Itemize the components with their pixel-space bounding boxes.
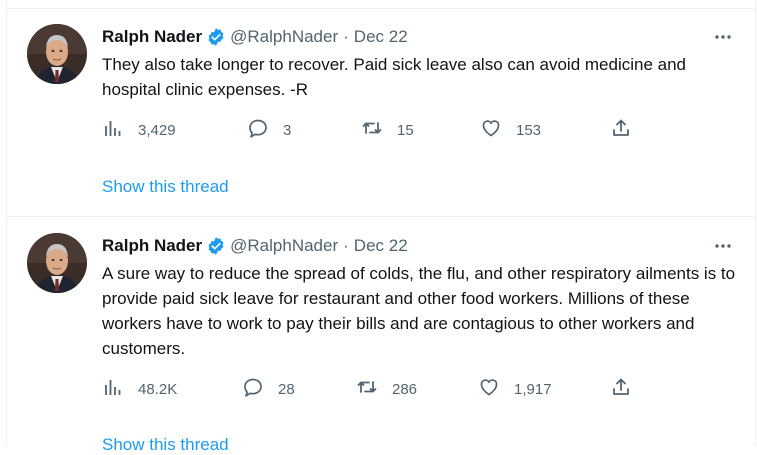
reply-button[interactable]: 3 (247, 118, 291, 142)
share-icon (610, 376, 632, 402)
retweet-icon (361, 117, 383, 143)
more-icon[interactable] (712, 26, 734, 48)
top-divider (6, 8, 755, 9)
tweet-date[interactable]: Dec 22 (354, 236, 408, 256)
more-icon[interactable] (712, 235, 734, 257)
tweet-date[interactable]: Dec 22 (354, 27, 408, 47)
reply-icon (247, 117, 269, 143)
share-button[interactable] (610, 377, 632, 401)
avatar[interactable] (27, 24, 87, 84)
like-button[interactable]: 1,917 (478, 377, 552, 401)
author-name[interactable]: Ralph Nader (102, 27, 202, 47)
retweet-count: 15 (397, 121, 414, 139)
verified-badge-icon (206, 27, 226, 47)
tweet-text: They also take longer to recover. Paid s… (102, 55, 686, 99)
show-thread-link[interactable]: Show this thread (102, 177, 229, 197)
tweet-header: Ralph Nader @RalphNader · Dec 22 (102, 235, 408, 257)
reply-count: 3 (283, 121, 292, 139)
retweet-button[interactable]: 286 (356, 377, 417, 401)
tweet-divider (6, 216, 755, 217)
like-icon (480, 117, 502, 143)
author-handle[interactable]: @RalphNader (230, 27, 338, 47)
like-icon (478, 376, 500, 402)
reply-button[interactable]: 28 (242, 377, 295, 401)
views-count: 48.2K (138, 380, 178, 398)
like-button[interactable]: 153 (480, 118, 541, 142)
like-count: 1,917 (514, 380, 552, 398)
verified-badge-icon (206, 236, 226, 256)
retweet-icon (356, 376, 378, 402)
views-count: 3,429 (138, 121, 176, 139)
views-button[interactable]: 3,429 (102, 118, 176, 142)
avatar[interactable] (27, 233, 87, 293)
author-name[interactable]: Ralph Nader (102, 236, 202, 256)
views-icon (102, 376, 124, 402)
share-icon (610, 117, 632, 143)
author-handle[interactable]: @RalphNader (230, 236, 338, 256)
share-button[interactable] (610, 118, 632, 142)
tweet-text: A sure way to reduce the spread of colds… (102, 264, 736, 358)
separator-dot: · (343, 27, 349, 46)
reply-count: 28 (278, 380, 295, 398)
reply-icon (242, 376, 264, 402)
views-icon (102, 117, 124, 143)
views-button[interactable]: 48.2K (102, 377, 177, 401)
retweet-button[interactable]: 15 (361, 118, 414, 142)
retweet-count: 286 (392, 380, 418, 398)
tweet-header: Ralph Nader @RalphNader · Dec 22 (102, 26, 408, 48)
separator-dot: · (343, 236, 349, 255)
like-count: 153 (516, 121, 542, 139)
show-thread-link[interactable]: Show this thread (102, 435, 229, 455)
